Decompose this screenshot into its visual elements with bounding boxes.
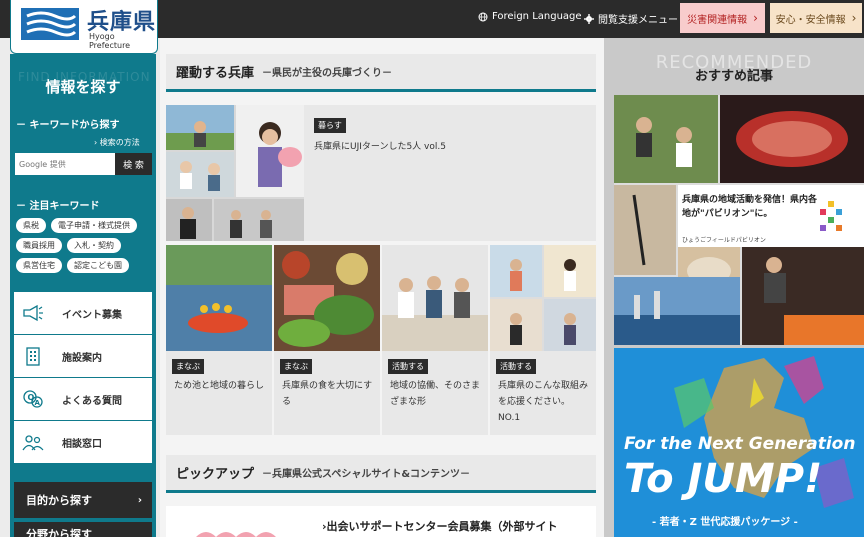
- foreign-language-link[interactable]: Foreign Language: [478, 11, 582, 22]
- pickup-card-title: ›出会いサポートセンター会員募集（外部サイト: [322, 520, 558, 533]
- pickup-card-image: [196, 532, 276, 537]
- article-card[interactable]: 活動する 地域の協働、そのさまざまな形: [382, 245, 488, 435]
- site-logo[interactable]: 兵庫県 Hyogo Prefecture: [10, 0, 158, 54]
- feature-article-title: 兵庫県にUJIターンした5人 vol.5: [314, 142, 446, 152]
- search-by-purpose-button[interactable]: 目的から探す ›: [14, 482, 152, 518]
- search-button[interactable]: 検 索: [115, 153, 152, 175]
- to-jump-banner-line2: To JUMP!: [624, 456, 823, 502]
- featured-keywords-heading: － 注目キーワード: [16, 201, 100, 212]
- globe-icon: [478, 12, 488, 21]
- keyword-tag[interactable]: 入札・契約: [67, 238, 121, 253]
- to-jump-banner-line3: - 若者・Z 世代応援パッケージ -: [652, 517, 798, 528]
- question-bubbles-icon: Q A: [23, 390, 43, 408]
- field-pavilion-banner-text: 兵庫県の地域活動を発信！県内各地が"パビリオン"に。: [682, 195, 818, 219]
- search-by-purpose-label: 目的から探す: [26, 494, 92, 507]
- sidebar-item-consultation[interactable]: 相談窓口: [14, 421, 152, 463]
- section-header-pickup: ピックアップ －兵庫県公式スペシャルサイト&コンテンツ－: [166, 455, 596, 493]
- field-pavilion-banner-caption: ひょうごフィールドパビリオン: [682, 237, 766, 244]
- disaster-info-button[interactable]: 災害関連情報 ›: [680, 3, 765, 33]
- sidebar-item-faq-label: よくある質問: [62, 395, 122, 407]
- search-bar: 検 索: [15, 153, 152, 175]
- category-label: まなぶ: [280, 359, 312, 374]
- section-title: 躍動する兵庫: [176, 66, 255, 81]
- pickup-card[interactable]: ›出会いサポートセンター会員募集（外部サイト: [166, 506, 596, 537]
- megaphone-icon: [23, 304, 43, 322]
- category-label: 暮らす: [314, 118, 346, 133]
- search-help-label: 検索の方法: [99, 138, 140, 147]
- section-header-dynamic-hyogo: 躍動する兵庫 －県民が主役の兵庫づくり－: [166, 54, 596, 92]
- article-card-title: 兵庫県のこんな取組みを応援ください。NO.1: [498, 381, 589, 423]
- keyword-tag[interactable]: 電子申請・様式提供: [51, 218, 137, 233]
- article-card-image: [166, 245, 272, 351]
- main-content: 躍動する兵庫 －県民が主役の兵庫づくり－ 暮らす 兵庫県にUJIターンした5人 …: [160, 38, 604, 537]
- hyogo-logo-mark-icon: [21, 8, 79, 40]
- accessibility-menu-label: 閲覧支援メニュー: [598, 15, 678, 26]
- category-label: 活動する: [388, 359, 428, 374]
- sidebar-title: 情報を探す: [45, 78, 121, 96]
- to-jump-banner[interactable]: For the Next Generation To JUMP! - 若者・Z …: [614, 348, 864, 537]
- recommended-column: RECOMMENDED おすすめ記事 兵庫県の地域活動を発信！県内各地が"パビリ…: [604, 38, 864, 537]
- article-card-image: [274, 245, 380, 351]
- article-card-image: [382, 245, 488, 351]
- section-title: ピックアップ: [176, 467, 255, 482]
- search-by-field-button[interactable]: 分野から探す: [14, 522, 152, 537]
- consultation-icon: [22, 435, 44, 451]
- article-card[interactable]: 活動する 兵庫県のこんな取組みを応援ください。NO.1: [490, 245, 596, 435]
- svg-text:Q: Q: [28, 393, 35, 402]
- sidebar-item-consultation-label: 相談窓口: [62, 438, 102, 450]
- sidebar-item-facilities-label: 施設案内: [62, 352, 102, 364]
- search-help-link[interactable]: › 検索の方法: [94, 137, 140, 148]
- search-by-field-label: 分野から探す: [26, 528, 92, 537]
- keyword-tag[interactable]: 県税: [16, 218, 46, 233]
- field-pavilion-banner[interactable]: 兵庫県の地域活動を発信！県内各地が"パビリオン"に。 ひょうごフィールドパビリオ…: [614, 95, 864, 345]
- disaster-info-label: 災害関連情報: [687, 14, 748, 26]
- building-icon: [26, 347, 40, 366]
- article-card[interactable]: まなぶ ため池と地域の暮らし: [166, 245, 272, 435]
- chevron-right-icon: ›: [851, 11, 857, 25]
- sidebar-item-events[interactable]: イベント募集: [14, 292, 152, 334]
- gear-icon: [584, 13, 594, 24]
- search-input[interactable]: [15, 153, 115, 175]
- article-card-image: [490, 245, 596, 351]
- recommended-title: おすすめ記事: [694, 69, 773, 84]
- featured-keywords-heading-text: 注目キーワード: [29, 201, 100, 212]
- keyword-search-heading-text: キーワードから探す: [29, 120, 120, 131]
- keyword-tag[interactable]: 認定こども園: [67, 258, 129, 273]
- sidebar-item-events-label: イベント募集: [62, 309, 122, 321]
- keyword-tag[interactable]: 職員採用: [16, 238, 62, 253]
- foreign-language-label: Foreign Language: [492, 11, 582, 22]
- safety-info-label: 安心・安全情報: [775, 14, 846, 26]
- logo-subtitle: Hyogo Prefecture: [89, 32, 131, 50]
- article-cards: まなぶ ため池と地域の暮らし まなぶ 兵庫県の食を大切にする 活動する 地域の協…: [166, 245, 596, 435]
- feature-article-image: [166, 105, 304, 241]
- safety-info-button[interactable]: 安心・安全情報 ›: [770, 3, 862, 33]
- keyword-tags: 県税 電子申請・様式提供 職員採用 入札・契約 県営住宅 認定こども園: [16, 218, 152, 273]
- article-card-title: 地域の協働、そのさまざまな形: [390, 381, 481, 407]
- sidebar: FIND INFORMATION 情報を探す － キーワードから探す › 検索の…: [10, 54, 156, 537]
- article-card[interactable]: まなぶ 兵庫県の食を大切にする: [274, 245, 380, 435]
- feature-article[interactable]: 暮らす 兵庫県にUJIターンした5人 vol.5: [166, 105, 596, 241]
- category-label: 活動する: [496, 359, 536, 374]
- sidebar-item-faq[interactable]: Q A よくある質問: [14, 378, 152, 420]
- sidebar-menu: イベント募集 施設案内 Q A よくある質問 相談窓口: [14, 292, 152, 464]
- article-card-title: 兵庫県の食を大切にする: [282, 381, 373, 407]
- svg-text:A: A: [35, 399, 41, 407]
- sidebar-item-facilities[interactable]: 施設案内: [14, 335, 152, 377]
- section-subtitle: －兵庫県公式スペシャルサイト&コンテンツ－: [262, 469, 471, 480]
- keyword-search-heading: － キーワードから探す: [16, 120, 120, 131]
- article-card-title: ため池と地域の暮らし: [174, 381, 265, 391]
- chevron-right-icon: ›: [137, 494, 142, 506]
- section-subtitle: －県民が主役の兵庫づくり－: [262, 68, 393, 79]
- accessibility-menu-link[interactable]: 閲覧支援メニュー: [584, 11, 678, 26]
- keyword-tag[interactable]: 県営住宅: [16, 258, 62, 273]
- to-jump-banner-line1: For the Next Generation: [624, 434, 856, 454]
- category-label: まなぶ: [172, 359, 204, 374]
- chevron-right-icon: ›: [753, 11, 758, 25]
